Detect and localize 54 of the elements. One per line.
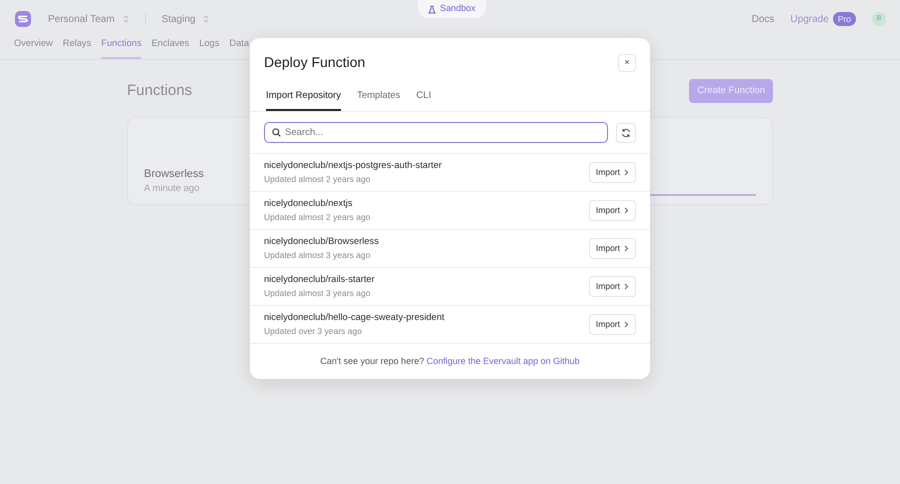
page-title: Functions [127, 80, 192, 101]
repo-row[interactable]: nicelydoneclub/rails-starter Updated almost 3 years ago Import [250, 267, 650, 306]
plan-badge: Pro [832, 12, 856, 26]
chevron-right-icon [624, 245, 629, 252]
import-button[interactable]: Import [588, 200, 636, 222]
nav-tab[interactable]: Data [229, 37, 250, 59]
close-button[interactable]: × [618, 54, 636, 72]
dialog-tab[interactable]: Templates [356, 89, 400, 112]
dialog-title: Deploy Function [264, 53, 366, 72]
repo-updated: Updated almost 3 years ago [264, 287, 372, 300]
search-field[interactable]: Search... [264, 122, 608, 144]
logo-icon[interactable] [14, 10, 32, 28]
environment-selector[interactable]: Staging [162, 12, 196, 26]
dialog-tab[interactable]: CLI [416, 89, 432, 112]
flask-icon [428, 4, 436, 14]
refresh-button[interactable] [616, 122, 636, 143]
docs-link[interactable]: Docs [752, 12, 774, 26]
import-button[interactable]: Import [588, 314, 636, 336]
nav-tab[interactable]: Overview [14, 37, 53, 59]
repo-updated: Updated almost 3 years ago [264, 249, 372, 262]
chevron-right-icon [624, 283, 629, 290]
nav-tab[interactable]: Functions [101, 37, 142, 59]
function-updated: A minute ago [144, 182, 200, 196]
search-icon [272, 128, 281, 138]
repo-name: nicelydoneclub/nextjs-postgres-auth-starter [264, 159, 442, 172]
chevron-right-icon [624, 169, 629, 176]
dialog-tab[interactable]: Import Repository [266, 89, 341, 112]
chevron-icon [122, 15, 129, 23]
repo-name: nicelydoneclub/hello-cage-sweaty-president [264, 311, 444, 324]
import-button[interactable]: Import [588, 238, 636, 260]
nav-tab[interactable]: Logs [199, 37, 220, 59]
repo-name: nicelydoneclub/Browserless [264, 235, 379, 248]
chevron-icon [203, 15, 210, 23]
repo-row[interactable]: nicelydoneclub/hello-cage-sweaty-president Updated over 3 years ago Import [250, 305, 650, 344]
repo-row[interactable]: nicelydoneclub/nextjs-postgres-auth-starter Updated almost 2 years ago Import [250, 153, 650, 192]
repo-updated: Updated over 3 years ago [264, 325, 363, 338]
import-button[interactable]: Import [588, 162, 636, 184]
import-button[interactable]: Import [588, 276, 636, 298]
repo-row[interactable]: nicelydoneclub/Browserless Updated almost 3 years ago Import [250, 229, 650, 268]
nav-tab[interactable]: Enclaves [151, 37, 190, 59]
function-name: Browserless [144, 166, 204, 182]
team-selector[interactable]: Personal Team [48, 12, 115, 26]
chevron-right-icon [624, 321, 629, 328]
repo-updated: Updated almost 2 years ago [264, 211, 370, 224]
repo-updated: Updated almost 2 years ago [264, 173, 372, 186]
footer-text: Can't see your repo here? Configure the Evervault app on Github [320, 355, 580, 368]
repo-name: nicelydoneclub/rails-starter [264, 273, 375, 286]
chevron-right-icon [624, 207, 629, 214]
repo-name: nicelydoneclub/nextjs [264, 197, 354, 210]
github-link[interactable]: Configure the Evervault app on Github [426, 356, 580, 366]
refresh-icon [621, 128, 631, 138]
nav-tab[interactable]: Relays [62, 37, 92, 59]
environment-tab[interactable]: Sandbox [418, 0, 486, 18]
repo-row[interactable]: nicelydoneclub/nextjs Updated almost 2 years ago Import [250, 191, 650, 230]
